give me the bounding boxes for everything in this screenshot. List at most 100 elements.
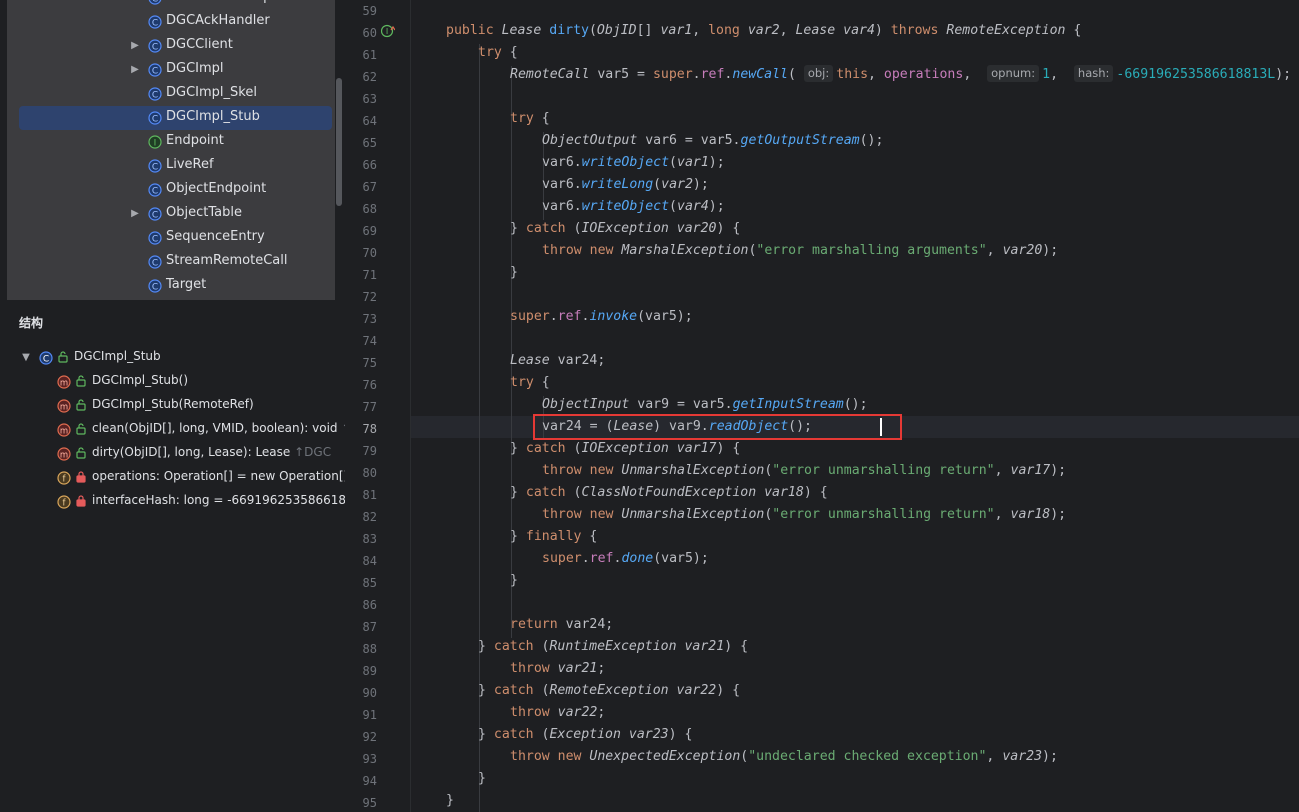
class-icon: C bbox=[148, 87, 162, 101]
chevron-right-icon[interactable]: ▶ bbox=[128, 207, 142, 221]
code-line-89: throw var21; bbox=[510, 661, 606, 676]
code-line-61: try { bbox=[478, 45, 518, 60]
class-icon: C bbox=[148, 207, 162, 221]
structure-member-label: interfaceHash: long = -66919625358661881… bbox=[92, 493, 345, 507]
code-line-94: } bbox=[478, 771, 486, 786]
tree-item-label: ObjectEndpoint bbox=[166, 181, 267, 196]
class-icon: C bbox=[148, 255, 162, 269]
implements-icon[interactable]: I bbox=[381, 24, 395, 38]
tree-item-target[interactable]: C Target bbox=[7, 274, 335, 298]
class-icon: C bbox=[148, 111, 162, 125]
tree-item-label: SequenceEntry bbox=[166, 229, 265, 244]
code-line-64: try { bbox=[510, 111, 550, 126]
tree-item-dgcclient[interactable]: ▶ C DGCClient bbox=[7, 34, 335, 58]
member-override-hint: ↑DGC bbox=[290, 445, 332, 459]
inlay-hint-hash: hash: bbox=[1073, 65, 1114, 82]
project-tree-scrollbar[interactable] bbox=[336, 78, 342, 206]
chevron-right-icon[interactable]: ▶ bbox=[128, 63, 142, 77]
line-number: 89 bbox=[362, 664, 377, 678]
class-icon: C bbox=[148, 0, 162, 5]
tree-item-sequenceentry[interactable]: C SequenceEntry bbox=[7, 226, 335, 250]
tree-item-label: DGCClient bbox=[166, 37, 233, 52]
public-unlock-icon bbox=[58, 351, 68, 363]
structure-method-item[interactable]: m DGCImpl_Stub() bbox=[57, 371, 345, 393]
inlay-hint-obj: obj: bbox=[803, 65, 834, 82]
svg-text:m: m bbox=[60, 426, 68, 436]
svg-text:C: C bbox=[152, 259, 158, 269]
field-icon: f bbox=[57, 495, 71, 509]
line-number: 92 bbox=[362, 730, 377, 744]
string-undeclared: "undeclared checked exception" bbox=[748, 749, 987, 764]
structure-method-item[interactable]: m clean(ObjID[], long, VMID, boolean): vo… bbox=[57, 419, 345, 441]
line-number: 95 bbox=[362, 796, 377, 810]
line-number: 69 bbox=[362, 224, 377, 238]
line-number: 65 bbox=[362, 136, 377, 150]
structure-method-item[interactable]: m dirty(ObjID[], long, Lease): Lease ↑DGC bbox=[57, 443, 345, 465]
string-marshal: "error marshalling arguments" bbox=[756, 243, 987, 258]
line-number: 68 bbox=[362, 202, 377, 216]
tree-item-endpoint[interactable]: I Endpoint bbox=[7, 130, 335, 154]
structure-field-item[interactable]: f operations: Operation[] = new Operation… bbox=[57, 467, 345, 489]
structure-method-item[interactable]: m DGCImpl_Stub(RemoteRef) bbox=[57, 395, 345, 417]
code-line-66: var6.writeObject(var1); bbox=[542, 155, 725, 170]
svg-text:C: C bbox=[43, 355, 49, 365]
tree-item-dgcimpl[interactable]: ▶ C DGCImpl bbox=[7, 58, 335, 82]
structure-member-label: clean(ObjID[], long, VMID, boolean): voi… bbox=[92, 421, 345, 435]
line-number: 79 bbox=[362, 444, 377, 458]
code-area[interactable]: public Lease dirty(ObjID[] var1, long va… bbox=[411, 0, 1299, 812]
tree-item-dgcackhandler[interactable]: C DGCAckHandler bbox=[7, 10, 335, 34]
line-number: 81 bbox=[362, 488, 377, 502]
line-number: 72 bbox=[362, 290, 377, 304]
member-signature: interfaceHash: long = -66919625358661881… bbox=[92, 493, 345, 507]
line-gutter: 59 60 61 62 63 64 65 66 67 68 69 70 71 72 73 74 75 76 77 78… bbox=[345, 0, 411, 812]
public-unlock-icon bbox=[76, 399, 86, 411]
code-line-88: } catch (RuntimeException var21) { bbox=[478, 639, 749, 654]
tree-item-dgcimpl-stub[interactable]: C DGCImpl_Stub bbox=[19, 106, 332, 130]
svg-text:C: C bbox=[152, 19, 158, 29]
code-line-79: } catch (IOException var17) { bbox=[510, 441, 741, 456]
line-number: 86 bbox=[362, 598, 377, 612]
tree-item-objecttable[interactable]: ▶ C ObjectTable bbox=[7, 202, 335, 226]
svg-text:C: C bbox=[152, 211, 158, 221]
svg-text:C: C bbox=[152, 187, 158, 197]
code-line-65: ObjectOutput var6 = var5.getOutputStream… bbox=[542, 133, 884, 148]
chevron-right-icon[interactable]: ▶ bbox=[128, 39, 142, 53]
chevron-down-icon[interactable]: ▼ bbox=[19, 351, 33, 365]
svg-text:C: C bbox=[152, 91, 158, 101]
structure-root-node[interactable]: ▼ C DGCImpl_Stub bbox=[19, 347, 339, 369]
svg-text:C: C bbox=[152, 0, 158, 5]
tree-item-liveref[interactable]: C LiveRef bbox=[7, 154, 335, 178]
tree-item-streamremotecall[interactable]: C StreamRemoteCall bbox=[7, 250, 335, 274]
code-line-82: throw new UnmarshalException("error unma… bbox=[542, 507, 1067, 522]
tree-item-dgcimpl-skel[interactable]: C DGCImpl_Skel bbox=[7, 82, 335, 106]
text-caret bbox=[880, 418, 882, 436]
tree-item-connectionoutputstream[interactable]: C ConnectionOutputStream bbox=[7, 0, 335, 10]
tree-item-label: StreamRemoteCall bbox=[166, 253, 288, 268]
svg-text:I: I bbox=[154, 139, 157, 149]
code-editor[interactable]: 59 60 61 62 63 64 65 66 67 68 69 70 71 72 73 74 75 76 77 78… bbox=[345, 0, 1299, 812]
code-line-62: RemoteCall var5 = super.ref.newCall( obj… bbox=[510, 65, 1292, 82]
structure-title: 结构 bbox=[19, 316, 44, 330]
hash-value: -669196253586618813L bbox=[1116, 67, 1276, 82]
code-line-83: } finally { bbox=[510, 529, 598, 544]
tree-item-label: DGCImpl_Stub bbox=[166, 109, 260, 124]
field-icon: f bbox=[57, 471, 71, 485]
svg-text:C: C bbox=[152, 67, 158, 77]
line-number: 63 bbox=[362, 92, 377, 106]
line-number: 87 bbox=[362, 620, 377, 634]
member-signature: clean(ObjID[], long, VMID, boolean): voi… bbox=[92, 421, 338, 435]
code-line-70: throw new MarshalException("error marsha… bbox=[542, 243, 1059, 258]
code-line-68: var6.writeObject(var4); bbox=[542, 199, 725, 214]
code-line-77: ObjectInput var9 = var5.getInputStream()… bbox=[542, 397, 868, 412]
structure-member-label: DGCImpl_Stub() bbox=[92, 373, 188, 387]
tree-item-objectendpoint[interactable]: C ObjectEndpoint bbox=[7, 178, 335, 202]
structure-field-item[interactable]: f interfaceHash: long = -6691962535866188… bbox=[57, 491, 345, 513]
code-line-80: throw new UnmarshalException("error unma… bbox=[542, 463, 1067, 478]
member-signature: dirty(ObjID[], long, Lease): Lease bbox=[92, 445, 291, 459]
red-highlight-box bbox=[533, 414, 902, 440]
tree-item-label: DGCAckHandler bbox=[166, 13, 270, 28]
code-line-91: throw var22; bbox=[510, 705, 606, 720]
structure-member-label: operations: Operation[] = new Operation[… bbox=[92, 469, 345, 483]
line-number: 70 bbox=[362, 246, 377, 260]
tree-item-label: ConnectionOutputStream bbox=[166, 0, 332, 4]
